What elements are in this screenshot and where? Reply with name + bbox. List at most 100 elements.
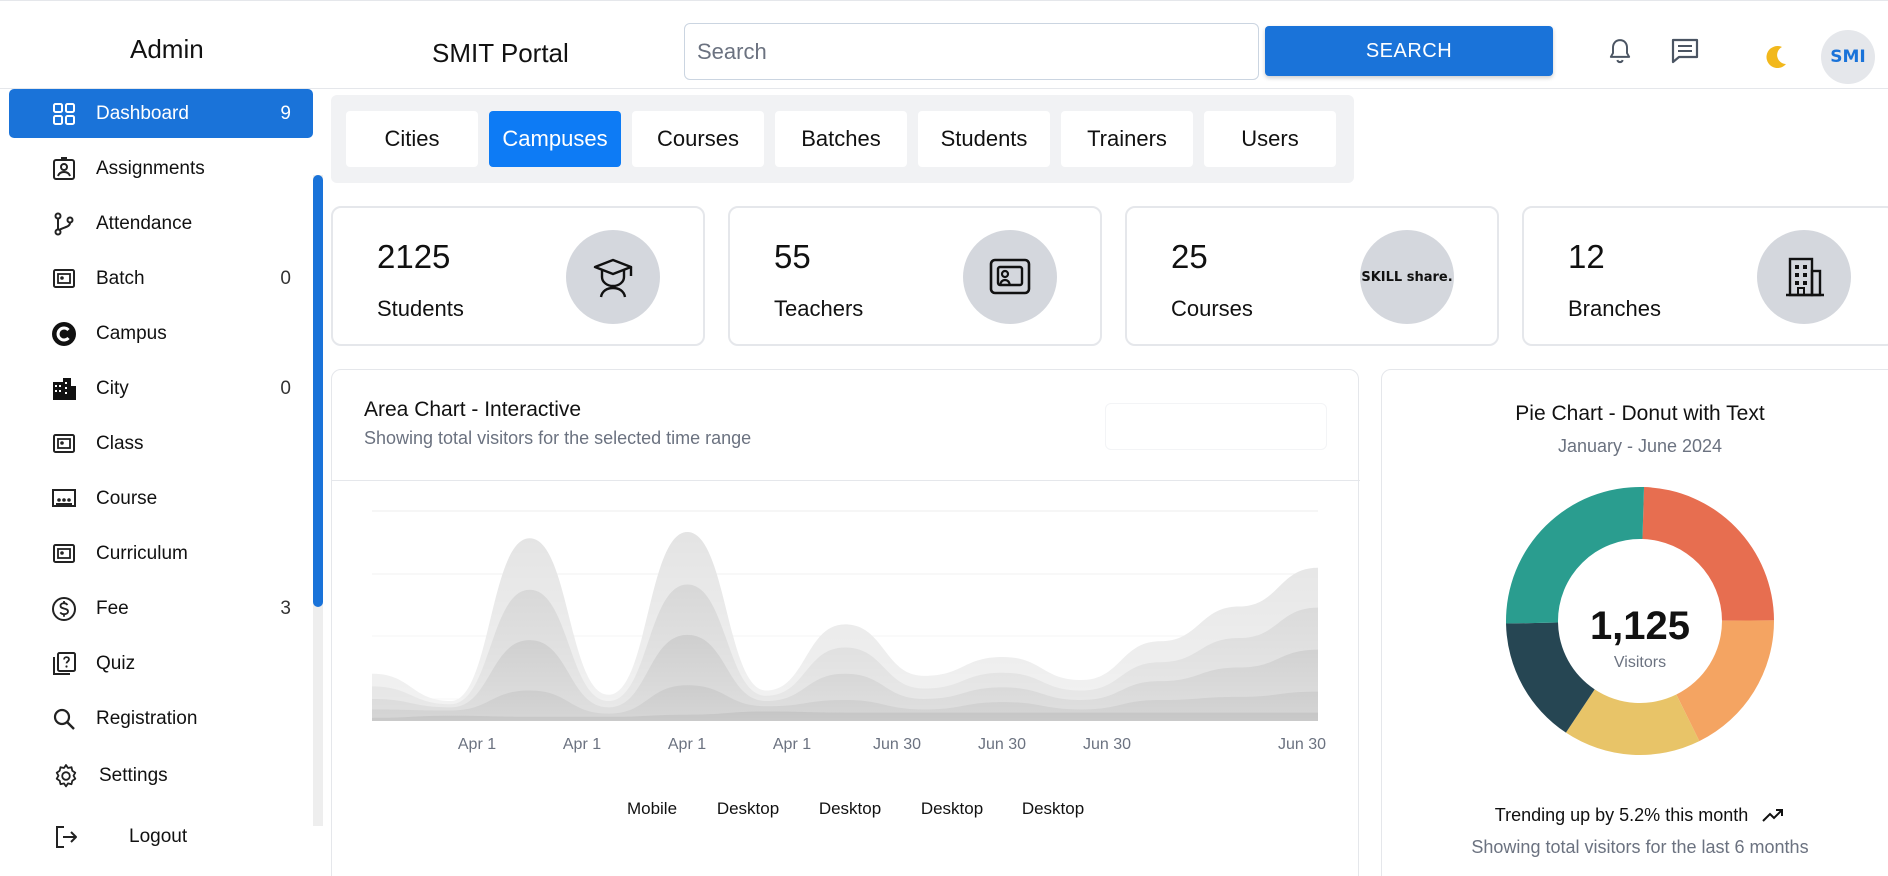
x-tick-label: Apr 1 xyxy=(458,736,496,753)
donut-center-label: Visitors xyxy=(1613,654,1667,671)
sidebar-item-batch[interactable]: Batch 0 xyxy=(9,254,313,303)
sidebar-item-campus[interactable]: Campus xyxy=(9,309,313,358)
pie-chart-title: Pie Chart - Donut with Text xyxy=(1515,402,1765,425)
donut-slice[interactable] xyxy=(1642,487,1774,621)
sidebar-item-label: Class xyxy=(96,432,144,454)
skillshare-logo: SKILL share. xyxy=(1360,230,1454,324)
stat-card-branches[interactable]: 12 Branches xyxy=(1522,206,1888,346)
stat-label: Branches xyxy=(1568,296,1661,321)
legend-item[interactable]: Desktop xyxy=(921,799,983,818)
sidebar-item-label: Assignments xyxy=(96,157,205,179)
sidebar-item-label: Logout xyxy=(129,825,188,847)
area-chart-card: Area Chart - Interactive Showing total v… xyxy=(331,369,1360,876)
branch-icon xyxy=(54,212,74,236)
logout-icon xyxy=(56,826,77,848)
legend-item[interactable]: Desktop xyxy=(819,799,881,818)
id-badge-icon xyxy=(53,157,75,180)
tab-batches[interactable]: Batches xyxy=(775,111,907,167)
sidebar-item-label: City xyxy=(96,377,129,399)
sidebar-scrollbar-thumb[interactable] xyxy=(313,175,323,607)
stat-value: 55 xyxy=(774,238,811,275)
area-fade-overlay xyxy=(372,511,1318,721)
search-button[interactable]: SEARCH xyxy=(1265,26,1553,76)
sidebar-item-label: Fee xyxy=(96,597,129,619)
sidebar-item-course[interactable]: Course xyxy=(9,474,313,523)
sidebar-item-class[interactable]: Class xyxy=(9,419,313,468)
sidebar-item-attendance[interactable]: Attendance xyxy=(9,199,313,248)
presentation-icon xyxy=(963,230,1057,324)
search-input[interactable] xyxy=(684,23,1259,80)
legend-item[interactable]: Mobile xyxy=(627,799,677,818)
message-icon[interactable] xyxy=(1670,37,1700,70)
sidebar-item-city[interactable]: City 0 xyxy=(9,364,313,413)
stat-value: 25 xyxy=(1171,238,1208,275)
tab-campuses[interactable]: Campuses xyxy=(489,111,621,167)
trend-text: Trending up by 5.2% this month xyxy=(1382,805,1888,826)
stat-label: Teachers xyxy=(774,296,864,321)
tab-students[interactable]: Students xyxy=(918,111,1050,167)
stat-card-students[interactable]: 2125 Students xyxy=(331,206,705,346)
stat-label: Courses xyxy=(1171,296,1253,321)
area-chart-title: Area Chart - Interactive xyxy=(364,398,582,421)
bell-icon[interactable] xyxy=(1607,38,1633,71)
graduate-icon xyxy=(566,230,660,324)
legend-item[interactable]: Desktop xyxy=(1022,799,1084,818)
pie-footer: Showing total visitors for the last 6 mo… xyxy=(1471,837,1809,857)
sidebar-item-curriculum[interactable]: Curriculum xyxy=(9,529,313,578)
portal-title: SMIT Portal xyxy=(432,38,569,68)
sidebar-item-fee[interactable]: Fee 3 xyxy=(9,584,313,633)
top-header: Admin SMIT Portal SEARCH SMI xyxy=(0,0,1888,89)
trending-up-icon xyxy=(1762,809,1784,822)
grid-icon xyxy=(53,103,75,125)
sidebar-item-count: 0 xyxy=(280,377,291,399)
tab-trainers[interactable]: Trainers xyxy=(1061,111,1193,167)
tab-courses[interactable]: Courses xyxy=(632,111,764,167)
sidebar-item-settings[interactable]: Settings xyxy=(9,751,313,800)
sidebar-item-registration[interactable]: Registration xyxy=(9,694,313,743)
sidebar-item-label: Course xyxy=(96,487,158,509)
search-icon xyxy=(53,708,75,730)
stat-value: 2125 xyxy=(377,238,451,275)
x-tick-label: Jun 30 xyxy=(1278,736,1326,753)
sidebar-item-count: 3 xyxy=(280,597,291,619)
sidebar-item-dashboard[interactable]: Dashboard 9 xyxy=(9,89,313,138)
sidebar-item-label: Curriculum xyxy=(96,542,188,564)
area-chart: Apr 1 Apr 1 Apr 1 Apr 1 Jun 30 Jun 30 Jun 30 Ju… xyxy=(372,510,1326,818)
sidebar: Dashboard 9 Assignments Attendance Batch… xyxy=(0,89,330,876)
building-icon xyxy=(1757,230,1851,324)
x-tick-label: Apr 1 xyxy=(563,736,601,753)
stat-card-courses[interactable]: 25 Courses SKILL share. xyxy=(1125,206,1499,346)
sidebar-item-assignments[interactable]: Assignments xyxy=(9,144,313,193)
x-tick-label: Jun 30 xyxy=(978,736,1026,753)
time-range-select[interactable] xyxy=(1105,403,1327,450)
sidebar-item-logout[interactable]: Logout xyxy=(9,812,313,861)
sidebar-item-count: 0 xyxy=(280,267,291,289)
legend-item[interactable]: Desktop xyxy=(717,799,779,818)
x-tick-label: Jun 30 xyxy=(1083,736,1131,753)
stat-label: Students xyxy=(377,296,464,321)
tab-bar: Cities Campuses Courses Batches Students… xyxy=(331,95,1354,183)
tab-users[interactable]: Users xyxy=(1204,111,1336,167)
gear-icon xyxy=(55,764,77,788)
sidebar-item-label: Campus xyxy=(96,322,167,344)
x-tick-label: Apr 1 xyxy=(773,736,811,753)
sidebar-item-label: Registration xyxy=(96,707,198,729)
quiz-icon xyxy=(53,652,76,675)
classroom-icon xyxy=(52,489,76,507)
city-icon xyxy=(53,378,76,400)
area-chart-subtitle: Showing total visitors for the selected … xyxy=(364,428,752,448)
donut-center-value: 1,125 xyxy=(1589,604,1691,648)
sidebar-item-label: Batch xyxy=(96,267,145,289)
sidebar-item-count: 9 xyxy=(280,102,291,124)
sidebar-item-label: Attendance xyxy=(96,212,193,234)
stat-card-teachers[interactable]: 55 Teachers xyxy=(728,206,1102,346)
tab-cities[interactable]: Cities xyxy=(346,111,478,167)
pie-chart-subtitle: January - June 2024 xyxy=(1557,436,1723,456)
avatar[interactable]: SMI xyxy=(1821,30,1875,84)
sidebar-item-label: Dashboard xyxy=(96,102,189,124)
sidebar-item-quiz[interactable]: Quiz xyxy=(9,639,313,688)
trend-label: Trending up by 5.2% this month xyxy=(1494,805,1749,825)
pie-chart-card: Pie Chart - Donut with Text January - Ju… xyxy=(1381,369,1888,876)
moon-icon[interactable] xyxy=(1762,43,1790,76)
sidebar-item-label: Settings xyxy=(99,764,168,786)
